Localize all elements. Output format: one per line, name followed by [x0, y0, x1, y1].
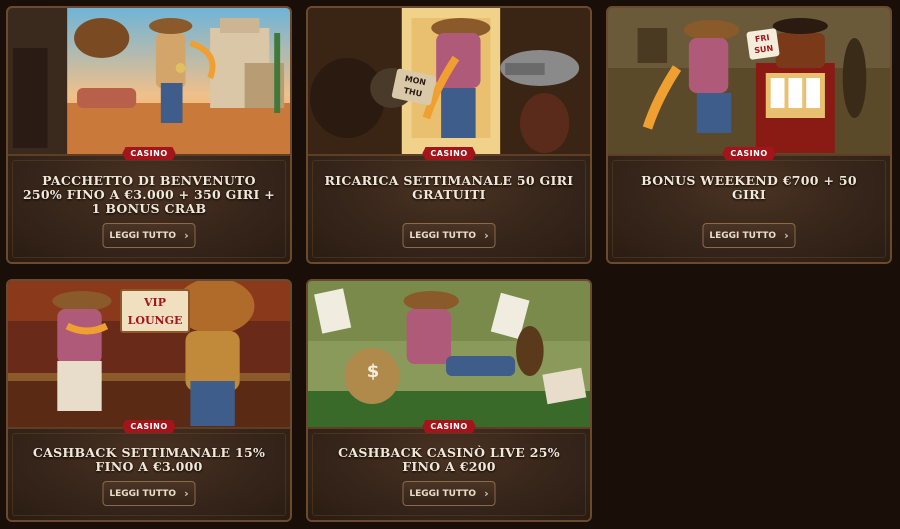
read-more-label: LEGGI TUTTO	[109, 488, 177, 499]
casino-badge: CASINO	[122, 147, 176, 160]
promo-card-welcome[interactable]: CASINO PACCHETTO DI BENVENUTO 250% FINO …	[6, 6, 292, 264]
chevron-right-icon: ›	[184, 229, 189, 242]
promo-image-vip-lounge: VIP LOUNGE	[8, 281, 290, 427]
casino-badge: CASINO	[722, 147, 776, 160]
read-more-label: LEGGI TUTTO	[709, 230, 777, 241]
days-tag-label: FRI SUN	[746, 28, 780, 60]
promo-card-weekly-reload[interactable]: MON THU CASINO RICARICA SETTIMANALE 50 G…	[306, 6, 592, 264]
read-more-label: LEGGI TUTTO	[109, 230, 177, 241]
money-bag-symbol: $	[366, 361, 380, 382]
read-more-button[interactable]: LEGGI TUTTO ›	[402, 481, 496, 506]
read-more-button[interactable]: LEGGI TUTTO ›	[102, 481, 196, 506]
read-more-label: LEGGI TUTTO	[409, 488, 477, 499]
chevron-right-icon: ›	[784, 229, 789, 242]
promo-image-saloon-door: MON THU	[308, 8, 590, 154]
vip-lounge-sign: VIP LOUNGE	[120, 289, 190, 333]
promo-title: BONUS WEEKEND €700 + 50 GIRI	[641, 173, 857, 202]
promo-title: CASHBACK CASINÒ LIVE 25% FINO A €200	[338, 445, 560, 474]
read-more-button[interactable]: LEGGI TUTTO ›	[402, 223, 496, 248]
read-more-label: LEGGI TUTTO	[409, 230, 477, 241]
chevron-right-icon: ›	[484, 229, 489, 242]
read-more-button[interactable]: LEGGI TUTTO ›	[102, 223, 196, 248]
promo-image-western-street	[8, 8, 290, 154]
casino-badge: CASINO	[422, 147, 476, 160]
promo-card-live-cashback[interactable]: $ CASINO CASHBACK CASINÒ LIVE 25% FINO A…	[306, 279, 592, 522]
promo-image-slot-machine: FRI SUN	[608, 8, 890, 154]
promo-card-weekend-bonus[interactable]: FRI SUN CASINO BONUS WEEKEND €700 + 50 G…	[606, 6, 892, 264]
read-more-button[interactable]: LEGGI TUTTO ›	[702, 223, 796, 248]
chevron-right-icon: ›	[484, 487, 489, 500]
promo-card-weekly-cashback[interactable]: VIP LOUNGE CASINO CASHBACK SETTIMANALE 1…	[6, 279, 292, 522]
casino-badge: CASINO	[122, 420, 176, 433]
promo-title: CASHBACK SETTIMANALE 15% FINO A €3.000	[32, 445, 266, 474]
chevron-right-icon: ›	[184, 487, 189, 500]
promo-title: PACCHETTO DI BENVENUTO 250% FINO A €3.00…	[22, 173, 276, 216]
casino-badge: CASINO	[422, 420, 476, 433]
promo-image-card-table: $	[308, 281, 590, 427]
promo-title: RICARICA SETTIMANALE 50 GIRI GRATUITI	[324, 173, 574, 202]
